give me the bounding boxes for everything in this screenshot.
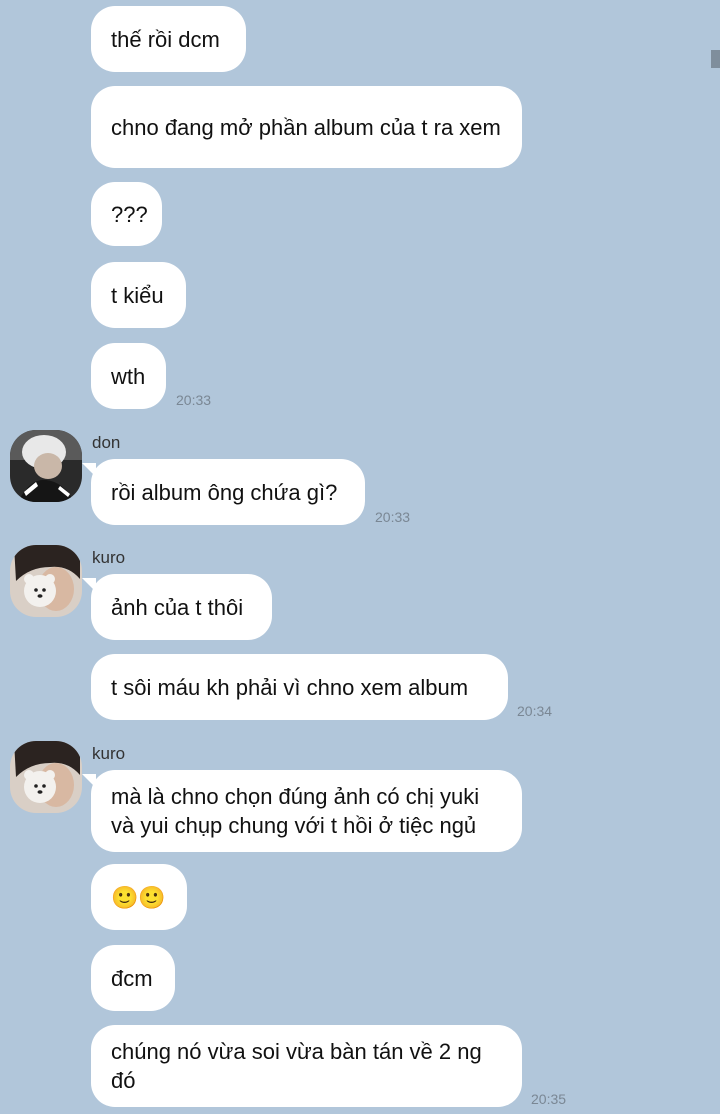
- message-text: thế rồi dcm: [111, 26, 220, 52]
- avatar-kuro[interactable]: [10, 545, 82, 617]
- message-bubble[interactable]: t sôi máu kh phải vì chno xem album: [91, 654, 508, 720]
- avatar-photo-kuro: [10, 741, 82, 813]
- message-text: chúng nó vừa soi vừa bàn tán về 2 ng đó: [111, 1039, 482, 1093]
- message-bubble[interactable]: đcm: [91, 945, 175, 1011]
- message-text: t kiểu: [111, 282, 164, 308]
- message-bubble[interactable]: ???: [91, 182, 162, 246]
- message-text: đcm: [111, 965, 153, 991]
- avatar-photo-kuro: [10, 545, 82, 617]
- message-bubble[interactable]: mà là chno chọn đúng ảnh có chị yuki và …: [82, 770, 522, 852]
- scrollbar-thumb[interactable]: [711, 50, 720, 68]
- message-text: ???: [111, 201, 148, 227]
- message-bubble[interactable]: t kiểu: [91, 262, 186, 328]
- message-timestamp: 20:33: [176, 392, 212, 408]
- message-bubble[interactable]: 🙂🙂: [91, 864, 187, 930]
- message-timestamp: 20:35: [531, 1091, 567, 1107]
- sender-name: kuro: [92, 548, 126, 567]
- sender-name: don: [92, 433, 121, 452]
- avatar-kuro[interactable]: [10, 741, 82, 813]
- message-timestamp: 20:33: [375, 509, 411, 525]
- message-text: chno đang mở phần album của t ra xem: [111, 114, 501, 140]
- message-bubble[interactable]: ảnh của t thôi: [82, 574, 272, 640]
- message-text: ảnh của t thôi: [111, 594, 244, 620]
- message-text: rồi album ông chứa gì?: [111, 479, 338, 505]
- message-bubble[interactable]: thế rồi dcm: [91, 6, 246, 72]
- message-text: mà là chno chọn đúng ảnh có chị yuki và …: [111, 784, 480, 838]
- message-text: t sôi máu kh phải vì chno xem album: [111, 674, 469, 700]
- message-bubble[interactable]: wth: [91, 343, 166, 409]
- sender-name: kuro: [92, 744, 126, 763]
- avatar-don[interactable]: [10, 430, 82, 502]
- message-timestamp: 20:34: [517, 703, 553, 719]
- message-text: 🙂🙂: [111, 884, 166, 910]
- message-bubble[interactable]: rồi album ông chứa gì?: [82, 459, 365, 525]
- message-bubble[interactable]: chno đang mở phần album của t ra xem: [91, 86, 522, 168]
- message-bubble[interactable]: chúng nó vừa soi vừa bàn tán về 2 ng đó: [91, 1025, 522, 1107]
- avatar-photo-don: [10, 430, 82, 502]
- message-text: wth: [111, 363, 146, 389]
